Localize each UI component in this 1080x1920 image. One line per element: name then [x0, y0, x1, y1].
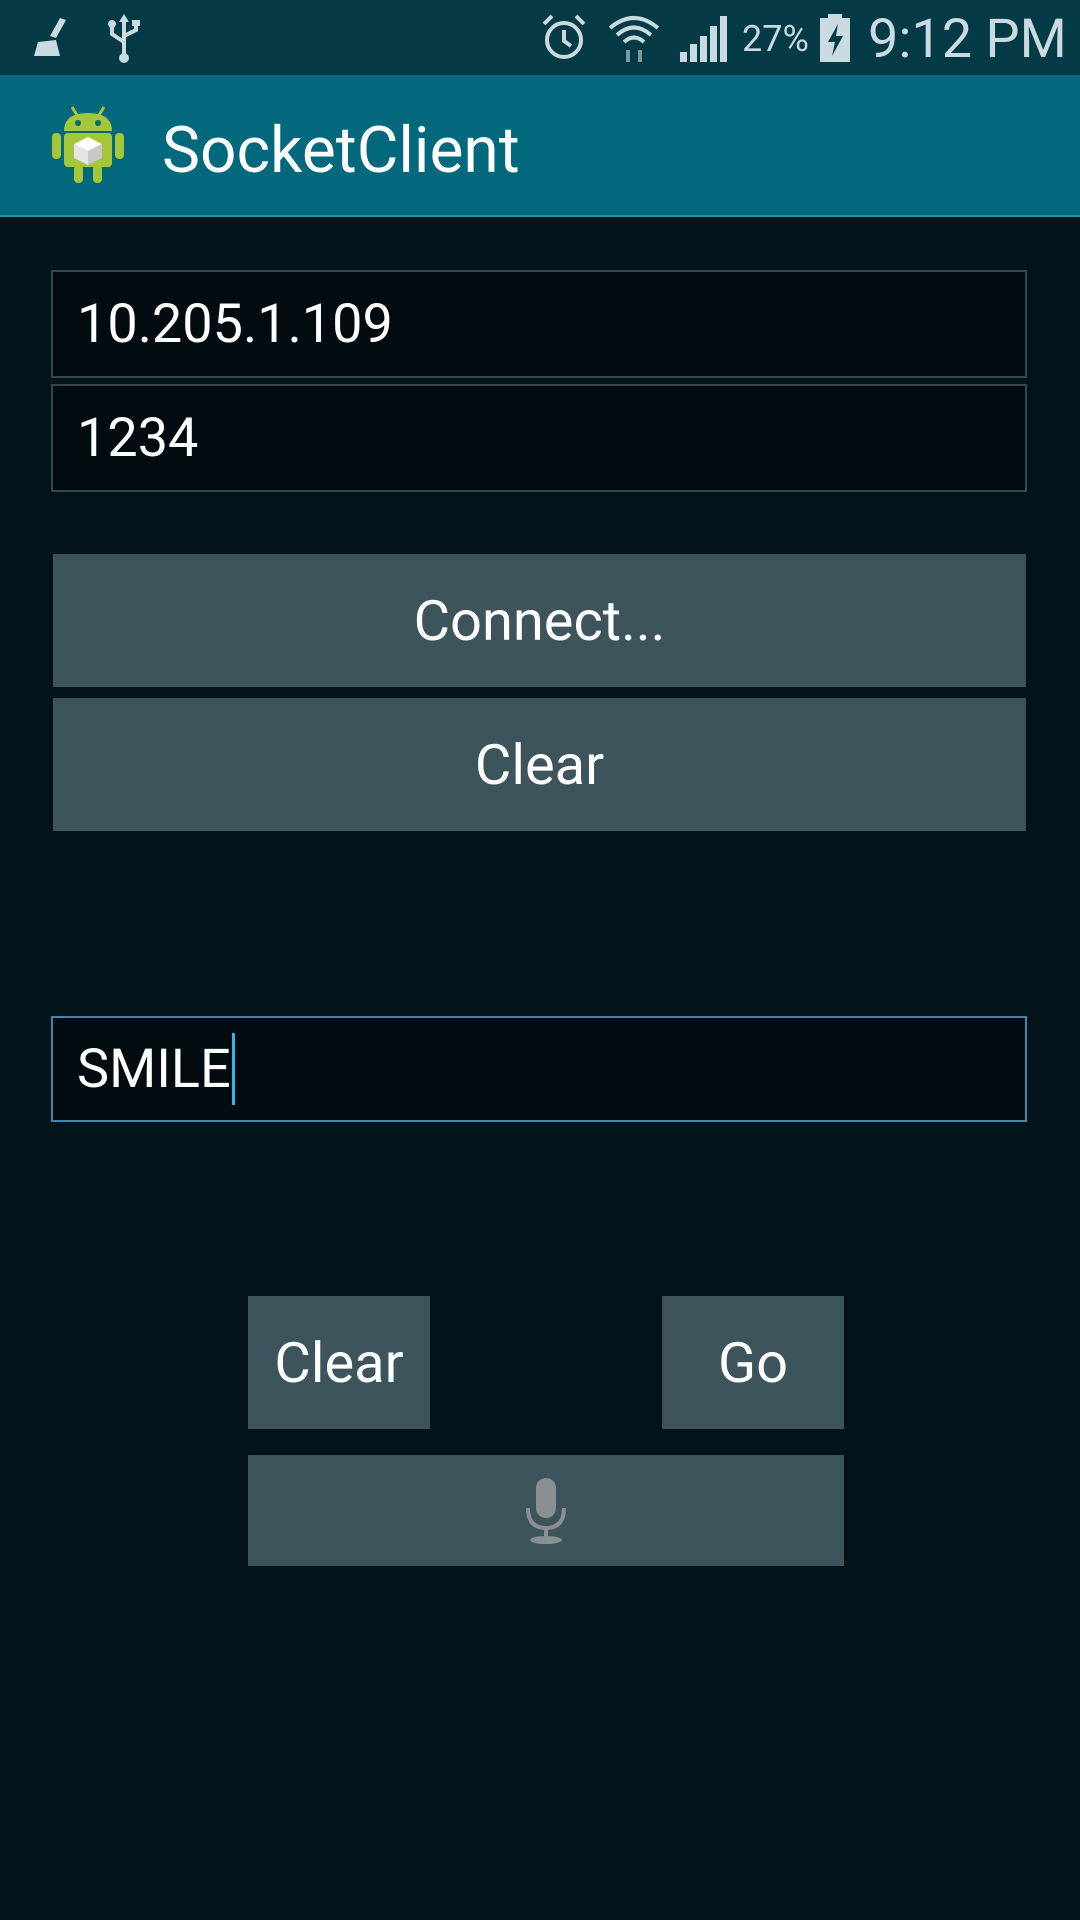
battery-charging-icon [820, 14, 850, 62]
message-input[interactable]: SMILE [51, 1016, 1027, 1122]
usb-icon [108, 14, 140, 63]
app-title: SocketClient [162, 113, 520, 188]
microphone-button[interactable] [248, 1455, 844, 1566]
status-bar: 27% 9:12 PM [0, 0, 1080, 75]
broom-icon [34, 18, 66, 56]
microphone-icon [526, 1477, 566, 1544]
signal-icon [680, 16, 727, 62]
port-field[interactable]: 1234 [51, 384, 1027, 492]
connect-button-label: Connect... [413, 587, 666, 654]
android-app-icon [52, 106, 124, 183]
go-button[interactable]: Go [662, 1296, 844, 1429]
clear-button[interactable]: Clear [53, 698, 1026, 831]
clear-message-button-label: Clear [274, 1329, 404, 1396]
port-value: 1234 [77, 406, 199, 470]
ip-address-field[interactable]: 10.205.1.109 [51, 270, 1027, 378]
alarm-icon [542, 14, 586, 59]
ip-address-value: 10.205.1.109 [77, 292, 393, 356]
action-bar: SocketClient [0, 75, 1080, 217]
go-button-label: Go [717, 1329, 789, 1396]
status-clock: 9:12 PM [868, 8, 1067, 71]
message-value: SMILE [77, 1037, 231, 1101]
text-cursor [231, 1033, 235, 1105]
wifi-icon [608, 16, 660, 62]
clear-message-button[interactable]: Clear [248, 1296, 430, 1429]
battery-percent: 27% [742, 18, 809, 60]
connect-button[interactable]: Connect... [53, 554, 1026, 687]
clear-button-label: Clear [474, 731, 605, 798]
